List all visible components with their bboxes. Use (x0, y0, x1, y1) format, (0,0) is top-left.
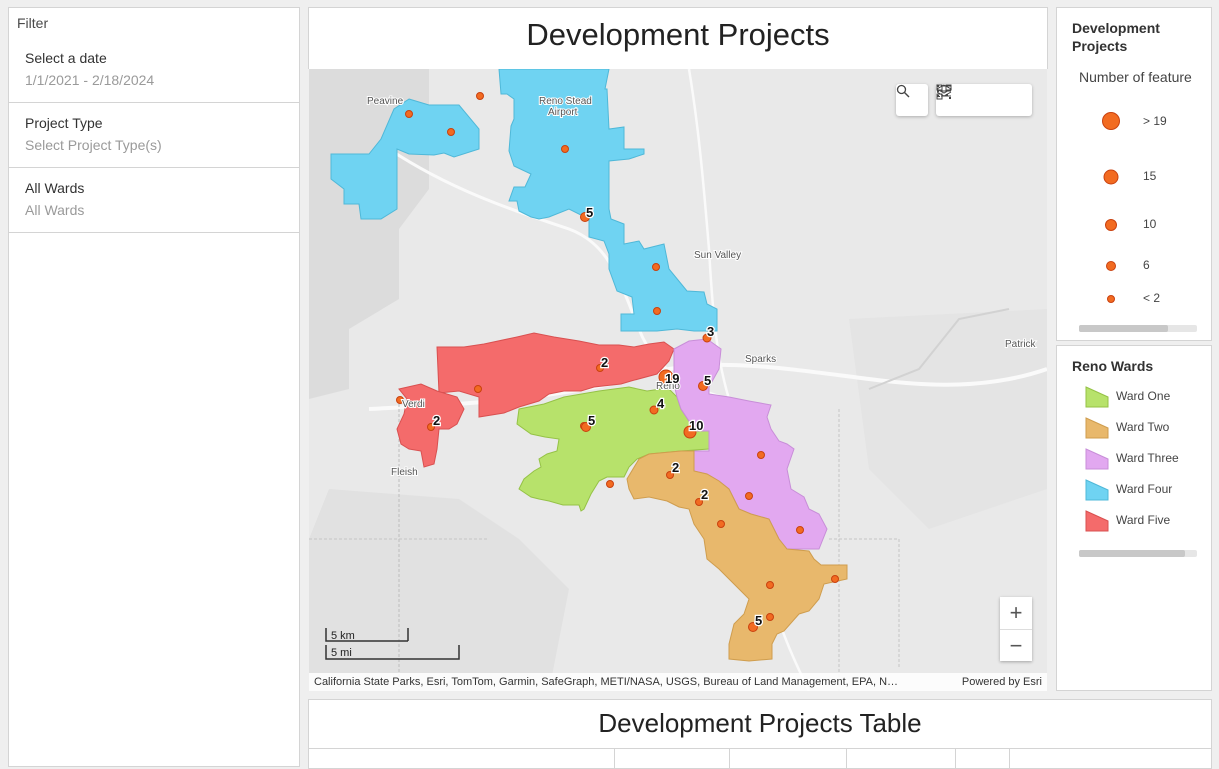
legend-size-label: 10 (1143, 217, 1157, 231)
size-symbol (1107, 295, 1115, 303)
date-filter-value[interactable]: 1/1/2021 - 2/18/2024 (25, 72, 283, 88)
ward-three-swatch (1085, 448, 1109, 470)
cluster-count: 5 (704, 373, 711, 388)
place-label: Airport (548, 107, 578, 118)
legend-size-row: 6 (1057, 255, 1213, 275)
cluster-count: 4 (657, 396, 665, 411)
legend-wards-title: Reno Wards (1072, 358, 1154, 374)
place-label: Sun Valley (694, 250, 741, 261)
place-label: Fleish (391, 467, 418, 478)
filter-panel: Filter Select a date 1/1/2021 - 2/18/202… (8, 7, 300, 767)
wards-filter-select[interactable]: All Wards (25, 202, 283, 218)
qr-code-icon (936, 84, 952, 100)
legend-size-label: < 2 (1143, 291, 1161, 305)
ward-two-swatch (1085, 417, 1109, 439)
cluster-count: 2 (701, 487, 708, 502)
zoom-control: + − (1000, 597, 1032, 661)
ward-four-area[interactable] (498, 69, 718, 332)
attribution-text[interactable]: California State Parks, Esri, TomTom, Ga… (314, 673, 898, 691)
size-symbol (1105, 219, 1117, 231)
page-title: Development Projects (526, 17, 830, 52)
attribution-bar: California State Parks, Esri, TomTom, Ga… (309, 673, 1047, 691)
map-canvas[interactable]: Peavine Reno Stead Airport Sun Valley Sp… (309, 69, 1047, 691)
ward-label: Ward Two (1116, 420, 1170, 434)
size-symbol (1102, 112, 1120, 130)
scale-km: 5 km (331, 630, 355, 642)
cluster-count: 5 (586, 205, 593, 220)
search-button[interactable] (896, 84, 928, 116)
cluster-count: 2 (672, 460, 679, 475)
ward-label: Ward One (1116, 389, 1171, 403)
map-toolbar (936, 84, 1032, 116)
ward-four-swatch (1085, 479, 1109, 501)
cluster-count: 5 (588, 413, 595, 428)
table-panel: Development Projects Table (308, 699, 1212, 769)
date-filter[interactable]: Select a date 1/1/2021 - 2/18/2024 (9, 38, 299, 103)
ward-label: Ward Five (1116, 513, 1171, 527)
legend-size-label: 6 (1143, 258, 1150, 272)
table-title: Development Projects Table (598, 708, 922, 738)
terrain-shade (309, 489, 569, 691)
table-header (309, 748, 1211, 769)
legend-size-row: 15 (1057, 166, 1213, 186)
zoom-out-button[interactable]: − (1000, 629, 1032, 662)
ward-label: Ward Four (1116, 482, 1173, 496)
wards-filter[interactable]: All Wards All Wards (9, 168, 299, 233)
search-icon (896, 84, 910, 98)
legend-projects-panel: Development Projects Number of feature >… (1056, 7, 1212, 341)
size-symbol (1106, 261, 1116, 271)
place-label: Reno Stead (539, 96, 592, 107)
wards-filter-label: All Wards (25, 180, 85, 196)
legend-projects-subtitle: Number of feature (1079, 69, 1192, 85)
cluster-count: 3 (707, 324, 714, 339)
legend-size-row: > 19 (1057, 111, 1213, 131)
cluster-count: 2 (433, 413, 440, 428)
cluster-count: 2 (601, 355, 608, 370)
place-label: Patrick (1005, 339, 1037, 350)
ward-five-swatch (1085, 510, 1109, 532)
cluster-count: 10 (689, 418, 703, 433)
map-view[interactable]: Peavine Reno Stead Airport Sun Valley Sp… (309, 69, 1047, 691)
project-type-filter[interactable]: Project Type Select Project Type(s) (9, 103, 299, 168)
legend-size-row: 10 (1057, 214, 1213, 234)
ward-label: Ward Three (1116, 451, 1179, 465)
legend-scrollbar[interactable] (1079, 550, 1197, 557)
size-symbol (1103, 169, 1119, 185)
legend-size-label: > 19 (1143, 114, 1167, 128)
place-label: Sparks (745, 354, 776, 365)
legend-size-label: 15 (1143, 169, 1157, 183)
date-filter-label: Select a date (25, 50, 107, 66)
legend-size-row: < 2 (1057, 288, 1213, 308)
header-panel: Development Projects (308, 7, 1048, 69)
legend-projects-title: Development Projects (1072, 20, 1160, 54)
legend-wards-panel: Reno Wards Ward One Ward Two Ward Three … (1056, 345, 1212, 691)
ward-one-swatch (1085, 386, 1109, 408)
cluster-count: 19 (665, 371, 679, 386)
powered-by[interactable]: Powered by Esri (962, 673, 1042, 691)
project-type-label: Project Type (25, 115, 103, 131)
zoom-in-button[interactable]: + (1000, 597, 1032, 629)
filter-title: Filter (17, 15, 49, 31)
legend-scrollbar[interactable] (1079, 325, 1197, 332)
scale-mi: 5 mi (331, 647, 352, 659)
place-label: Verdi (402, 399, 425, 410)
project-type-select[interactable]: Select Project Type(s) (25, 137, 283, 153)
place-label: Peavine (367, 96, 404, 107)
cluster-count: 5 (755, 613, 762, 628)
